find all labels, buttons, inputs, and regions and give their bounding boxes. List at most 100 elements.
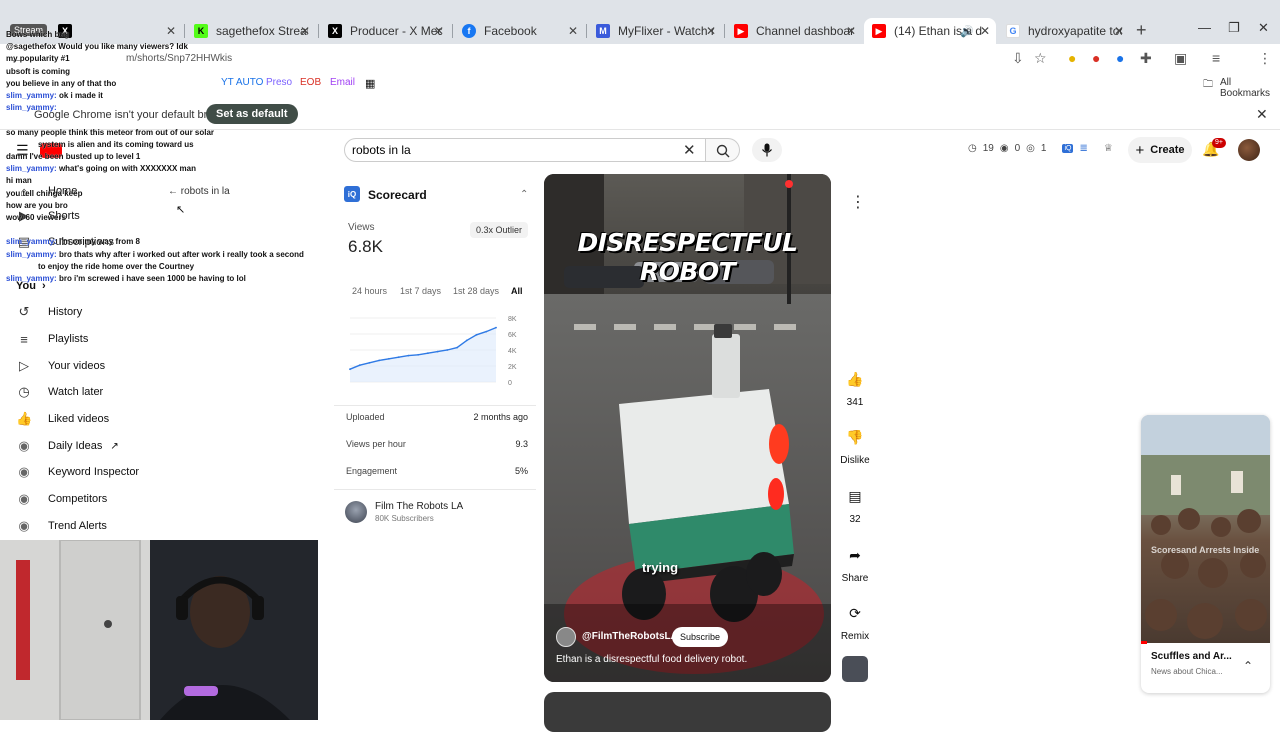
menu-dots-icon[interactable]: ⋮ [1258,50,1272,67]
sidebar-item-you[interactable]: You › [16,275,46,297]
all-bookmarks[interactable]: All Bookmarks [1220,77,1280,99]
more-options-icon[interactable]: ⋮ [850,192,866,212]
close-icon[interactable]: ✕ [300,24,310,38]
scorecard-title: Scorecard [368,188,427,202]
window-close-icon[interactable]: ✕ [1258,20,1269,36]
infobar-close-icon[interactable]: ✕ [1256,106,1268,123]
browser-tab-1[interactable]: K sagethefox Stream - ✕ [186,18,316,44]
sidebar-item-playlists[interactable]: ≡ Playlists [16,328,88,350]
sidebar-item-daily-ideas[interactable]: ◉ Daily Ideas ↗ [16,435,118,457]
next-short-preview[interactable] [544,692,831,732]
channel-name[interactable]: Film The Robots LA [375,501,463,512]
sidepanel-icon[interactable]: ▣ [1174,50,1187,67]
range-tab-28d[interactable]: 1st 28 days [453,286,499,296]
browser-tab-5[interactable]: ▶ Channel dashboard - You ✕ [726,18,862,44]
extensions-puzzle-icon[interactable]: ✚ [1140,50,1152,67]
search-button[interactable] [706,138,740,162]
shorts-icon: ▶ [19,208,29,223]
sidebar-item-subscriptions[interactable]: ▤ Subscriptions [16,231,114,253]
chart-point [378,359,381,362]
range-tab-7d[interactable]: 1st 7 days [400,286,441,296]
close-icon[interactable]: ✕ [846,24,856,38]
install-icon[interactable]: ⇩ [1012,50,1024,67]
chevron-up-icon[interactable]: ⌃ [1243,659,1253,673]
clock-icon: ◷ [18,384,30,399]
search-input[interactable] [352,140,672,160]
extension-icon-1[interactable]: ● [1068,50,1076,66]
back-arrow-icon: ← [168,186,178,197]
close-icon[interactable]: ✕ [980,24,990,38]
chart-y-tick: 4K [508,348,517,355]
clear-search-icon[interactable]: ✕ [683,141,696,159]
sidebar-item-your-videos[interactable]: ▷ Your videos [16,355,105,377]
google-icon: G [1006,24,1020,38]
minimize-icon[interactable]: — [1198,20,1211,35]
set-default-button[interactable]: Set as default [206,104,298,124]
video-channel-avatar[interactable] [556,627,576,647]
sidebar-item-keyword-inspector[interactable]: ◉ Keyword Inspector [16,461,139,483]
chart-point [485,330,488,333]
video-channel-name[interactable]: @FilmTheRobotsLA [582,631,678,642]
thumbnail-watermark: Scoresand Arrests Inside [1151,545,1260,555]
browser-tab-7[interactable]: G hydroxyapatite toothpas ✕ [998,18,1130,44]
sidebar-item-liked-videos[interactable]: 👍 Liked videos [16,408,109,430]
comments-button[interactable]: ▤ 32 [838,481,872,526]
like-button[interactable]: 👍 341 [838,364,872,409]
maximize-icon[interactable]: ❐ [1228,20,1240,36]
youtube-logo[interactable] [40,143,62,158]
chart-y-tick: 0 [508,380,512,387]
bookmark-email[interactable]: Email [330,77,355,88]
bookmark-eob[interactable]: EOB [300,77,321,88]
close-icon[interactable]: ✕ [706,24,716,38]
suggested-short-card[interactable]: Scoresand Arrests Inside Scuffles and Ar… [1141,415,1270,693]
voice-search-button[interactable] [752,138,782,162]
new-tab-icon[interactable]: + [1136,20,1147,41]
close-icon[interactable]: ✕ [568,24,578,38]
create-button[interactable]: + Create [1128,137,1192,163]
suggested-subtitle: News about Chica... [1151,667,1223,676]
dislike-button[interactable]: 👎 Dislike [838,422,872,467]
shorts-video-player[interactable]: DISRESPECTFUL ROBOT trying @FilmTheRobot… [544,174,831,682]
sidebar-item-watch-later[interactable]: ◷ Watch later [16,381,103,403]
speaker-icon[interactable]: 🔊 [960,25,974,38]
remix-button[interactable]: ⟳ Remix [838,598,872,643]
close-icon[interactable]: ✕ [166,24,176,38]
vidiq-icon[interactable]: iQ [1062,144,1074,153]
suggested-title: Scuffles and Ar... [1151,651,1232,662]
browser-tab-2[interactable]: X Producer - X Media Stud ✕ [320,18,450,44]
range-tab-all[interactable]: All [511,286,523,296]
collapse-chevron-icon[interactable]: ⌃ [520,189,528,200]
award-icon[interactable]: ♕ [1104,143,1113,154]
hamburger-menu-icon[interactable]: ☰ [16,142,29,159]
list-icon[interactable]: ≣ [1079,143,1087,154]
browser-tab-4[interactable]: M MyFlixer - Watch movies ✕ [588,18,722,44]
media-icon[interactable]: ≡ [1212,50,1220,66]
account-avatar[interactable] [1238,139,1260,161]
sidebar-item-competitors[interactable]: ◉ Competitors [16,488,107,510]
bookmark-preso[interactable]: Preso [266,77,292,88]
sidebar-item-history[interactable]: ↺ History [16,301,83,323]
sidebar-item-trend-alerts[interactable]: ◉ Trend Alerts [16,515,107,537]
chart-point [417,353,420,356]
range-tab-24h[interactable]: 24 hours [352,286,387,296]
url-field[interactable]: m/shorts/Snp72HHWkis [126,53,232,64]
channel-avatar[interactable] [345,501,367,523]
browser-tab-0[interactable]: X ✕ [50,18,182,44]
webcam-scene [0,540,318,720]
browser-tab-active[interactable]: ▶ (14) Ethan is a disres 🔊 ✕ [864,18,996,44]
share-button[interactable]: ➦ Share [838,540,872,585]
subscribe-button[interactable]: Subscribe [672,627,729,647]
apps-grid-icon[interactable]: ▦ [365,77,375,90]
extension-icon-2[interactable]: ● [1092,50,1100,66]
bookmark-yt-auto[interactable]: YT AUTO [221,77,263,88]
star-icon[interactable]: ☆ [1034,50,1047,67]
close-icon[interactable]: ✕ [434,24,444,38]
close-icon[interactable]: ✕ [1114,24,1124,38]
video-description[interactable]: Ethan is a disrespectful food delivery r… [556,654,747,665]
sidebar-item-home[interactable]: ⌂ Home [16,180,77,202]
sidebar-item-shorts[interactable]: ▶ Shorts [16,205,80,227]
extension-icon-3[interactable]: ● [1116,50,1124,66]
back-icon[interactable]: ← [10,50,24,66]
sound-thumbnail[interactable] [842,656,868,682]
browser-tab-3[interactable]: f Facebook ✕ [454,18,584,44]
